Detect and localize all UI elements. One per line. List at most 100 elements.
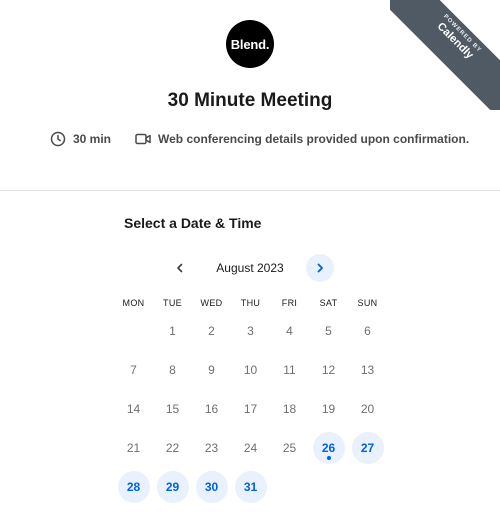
location-text: Web conferencing details provided upon c… (158, 132, 470, 146)
calendar-day: 5 (309, 311, 348, 350)
calendar-day: 22 (153, 428, 192, 467)
calendar-day: 10 (231, 350, 270, 389)
calendar-grid: 1 2 3 4 5 6 7 8 9 10 11 12 13 14 15 16 17 18 19 20 21 22 23 24 2… (114, 311, 387, 506)
day-number: 3 (247, 323, 254, 338)
day-number: 21 (126, 440, 141, 455)
calendar-day-available[interactable]: 30 (192, 467, 231, 506)
day-number (313, 471, 345, 503)
calendar-day: 3 (231, 311, 270, 350)
calendar-empty-cell (348, 467, 387, 506)
weekday-label: WED (200, 298, 223, 308)
day-number: 9 (208, 362, 215, 377)
day-number: 22 (165, 440, 180, 455)
calendar-week-row: 1 2 3 4 5 6 (114, 311, 387, 350)
calendar-week-row: 7 8 9 10 11 12 13 (114, 350, 387, 389)
calendar-day: 13 (348, 350, 387, 389)
calendar-day: 25 (270, 428, 309, 467)
duration-info: 30 min (50, 131, 111, 147)
day-number: 7 (130, 362, 137, 377)
day-number: 5 (325, 323, 332, 338)
calendar-week-row: 21 22 23 24 25 26 27 (114, 428, 387, 467)
calendar-day: 17 (231, 389, 270, 428)
day-number: 16 (204, 401, 219, 416)
day-number: 1 (169, 323, 176, 338)
calendar-day: 18 (270, 389, 309, 428)
day-number: 20 (360, 401, 375, 416)
day-number: 8 (169, 362, 176, 377)
calendar-day-available[interactable]: 28 (114, 467, 153, 506)
select-date-heading: Select a Date & Time (124, 215, 262, 231)
day-number: 18 (282, 401, 297, 416)
event-title: 30 Minute Meeting (167, 90, 333, 111)
day-number: 13 (360, 362, 375, 377)
video-camera-icon (135, 133, 151, 145)
weekday-label: MON (122, 298, 145, 308)
day-number: 19 (321, 401, 336, 416)
weekday-label: THU (240, 298, 261, 308)
calendar-day: 9 (192, 350, 231, 389)
weekday-header: MON TUE WED THU FRI SAT SUN (114, 298, 387, 308)
chevron-right-icon (317, 263, 323, 273)
calendar-empty-cell (270, 467, 309, 506)
calendar-day: 6 (348, 311, 387, 350)
calendar-day-available[interactable]: 26 (309, 428, 348, 467)
powered-by-label: POWERED BY (442, 13, 483, 54)
weekday-label: TUE (163, 298, 182, 308)
calendar-day: 19 (309, 389, 348, 428)
calendar-day: 4 (270, 311, 309, 350)
event-details: 30 min Web conferencing details provided… (50, 131, 469, 147)
month-label: August 2023 (216, 261, 284, 275)
day-number: 17 (243, 401, 258, 416)
day-number: 29 (156, 470, 189, 503)
day-number (274, 471, 306, 503)
weekday-label: SUN (357, 298, 378, 308)
calendar-day-available[interactable]: 29 (153, 467, 192, 506)
month-navigation: August 2023 (166, 254, 334, 282)
location-info: Web conferencing details provided upon c… (135, 131, 469, 147)
next-month-button[interactable] (305, 254, 334, 282)
clock-icon (50, 131, 66, 147)
day-number: 4 (286, 323, 293, 338)
weekday-label: FRI (281, 298, 298, 308)
day-number: 11 (283, 362, 296, 377)
day-number (352, 471, 384, 503)
weekday-label: SAT (319, 298, 338, 308)
day-number: 28 (117, 470, 150, 503)
calendar-day: 8 (153, 350, 192, 389)
today-indicator (327, 456, 331, 460)
calendar-day: 7 (114, 350, 153, 389)
calendar-day: 14 (114, 389, 153, 428)
day-number: 14 (126, 401, 141, 416)
day-number: 24 (243, 440, 258, 455)
calendar-week-row: 28 29 30 31 (114, 467, 387, 506)
day-number (118, 315, 150, 347)
chevron-left-icon (177, 263, 183, 273)
day-number: 30 (195, 470, 228, 503)
calendar-day: 21 (114, 428, 153, 467)
calendar-day: 1 (153, 311, 192, 350)
calendar-day: 11 (270, 350, 309, 389)
calendar-empty-cell (114, 311, 153, 350)
calendar-day-available[interactable]: 31 (231, 467, 270, 506)
previous-month-button[interactable] (166, 254, 194, 282)
day-number: 2 (208, 323, 215, 338)
calendar-empty-cell (309, 467, 348, 506)
calendar-day: 20 (348, 389, 387, 428)
company-logo: Blend. (226, 20, 274, 68)
calendar-day: 24 (231, 428, 270, 467)
day-number: 25 (282, 440, 297, 455)
calendar-day: 16 (192, 389, 231, 428)
divider (0, 190, 500, 191)
calendar-day: 12 (309, 350, 348, 389)
day-number: 27 (351, 431, 384, 464)
calendar-day-available[interactable]: 27 (348, 428, 387, 467)
duration-text: 30 min (73, 132, 112, 146)
day-number: 15 (165, 401, 180, 416)
day-number: 12 (321, 362, 336, 377)
day-number: 6 (364, 323, 371, 338)
calendar-day: 2 (192, 311, 231, 350)
day-number: 31 (234, 470, 267, 503)
calendar-day: 15 (153, 389, 192, 428)
day-number: 10 (243, 362, 258, 377)
calendar-week-row: 14 15 16 17 18 19 20 (114, 389, 387, 428)
